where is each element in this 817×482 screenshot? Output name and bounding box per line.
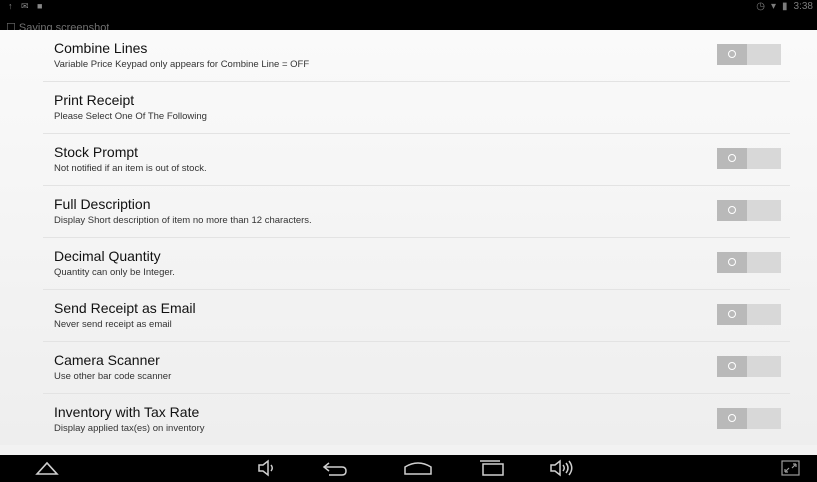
setting-title: Inventory with Tax Rate [54,404,200,420]
toggle-thumb [717,408,747,429]
fullscreen-icon[interactable] [780,458,802,480]
volume-up-icon[interactable] [548,458,576,480]
toggle-off-icon [728,154,736,162]
stock-prompt-toggle[interactable] [717,148,781,169]
setting-title: Stock Prompt [54,144,139,160]
collapse-icon[interactable] [34,458,60,480]
setting-subtitle: Use other bar code scanner [54,371,172,382]
clock-time: 3:38 [793,1,813,12]
screenshot-icon: ☐ [6,22,19,30]
setting-full-description[interactable]: Full Description Display Short descripti… [43,186,790,238]
settings-list: Combine Lines Variable Price Keypad only… [0,30,817,445]
toggle-off-icon [728,206,736,214]
setting-subtitle: Please Select One Of The Following [54,111,207,122]
setting-inventory-tax-rate[interactable]: Inventory with Tax Rate Display applied … [43,394,790,445]
home-icon[interactable] [402,458,434,480]
battery-icon: ▮ [782,1,788,12]
list-bottom-spacer [0,445,817,455]
setting-decimal-quantity[interactable]: Decimal Quantity Quantity can only be In… [43,238,790,290]
setting-title: Combine Lines [54,40,148,56]
setting-stock-prompt[interactable]: Stock Prompt Not notified if an item is … [43,134,790,186]
notification-icons: ↑ ✉ ■ [8,1,46,11]
inventory-tax-rate-toggle[interactable] [717,408,781,429]
send-receipt-email-toggle[interactable] [717,304,781,325]
notification-text: ☐ Saving screenshot [6,20,109,30]
toggle-off-icon [728,414,736,422]
back-icon[interactable] [321,458,349,480]
setting-subtitle: Display applied tax(es) on inventory [54,423,205,434]
wifi-icon: ▾ [770,1,777,12]
setting-subtitle: Quantity can only be Integer. [54,267,175,278]
toggle-thumb [717,148,747,169]
toggle-thumb [717,356,747,377]
volume-down-icon[interactable] [256,458,280,480]
setting-title: Full Description [54,196,151,212]
setting-print-receipt[interactable]: Print Receipt Please Select One Of The F… [43,82,790,134]
setting-subtitle: Never send receipt as email [54,319,172,330]
camera-scanner-toggle[interactable] [717,356,781,377]
toggle-off-icon [728,50,736,58]
setting-title: Print Receipt [54,92,135,108]
setting-title: Decimal Quantity [54,248,161,264]
setting-subtitle: Not notified if an item is out of stock. [54,163,207,174]
full-description-toggle[interactable] [717,200,781,221]
clock-icon: ◷ [756,1,765,12]
combine-lines-toggle[interactable] [717,44,781,65]
recent-apps-icon[interactable] [478,458,506,480]
decimal-quantity-toggle[interactable] [717,252,781,273]
setting-subtitle: Variable Price Keypad only appears for C… [54,59,310,70]
toggle-thumb [717,304,747,325]
toggle-thumb [717,44,747,65]
toggle-thumb [717,252,747,273]
toggle-off-icon [728,258,736,266]
setting-combine-lines[interactable]: Combine Lines Variable Price Keypad only… [43,30,790,82]
status-icons: ◷ ▾ ▮ 3:38 [756,1,813,12]
toggle-off-icon [728,362,736,370]
status-bar: ↑ ✉ ■ ☐ Saving screenshot ◷ ▾ ▮ 3:38 [0,0,817,30]
toggle-off-icon [728,310,736,318]
setting-send-receipt-email[interactable]: Send Receipt as Email Never send receipt… [43,290,790,342]
toggle-thumb [717,200,747,221]
setting-title: Camera Scanner [54,352,160,368]
setting-title: Send Receipt as Email [54,300,196,316]
setting-camera-scanner[interactable]: Camera Scanner Use other bar code scanne… [43,342,790,394]
setting-subtitle: Display Short description of item no mor… [54,215,312,226]
navigation-bar [0,455,817,482]
